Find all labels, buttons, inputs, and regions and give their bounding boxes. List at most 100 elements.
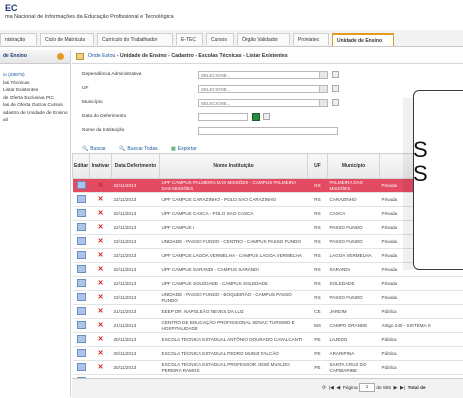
cell-date: 22/11/2013: [112, 263, 160, 277]
sidebar-item-email[interactable]: ail: [0, 117, 70, 125]
inativar-cell: ✕: [90, 263, 112, 277]
col-inativar[interactable]: Inativar: [90, 154, 112, 179]
delete-icon[interactable]: ✕: [98, 224, 104, 231]
cell-name: UPF CAMPUS LAGOA VERMELHA - CAMPUS LAGOA…: [160, 249, 308, 263]
delete-icon[interactable]: ✕: [98, 266, 104, 273]
exportar-button[interactable]: ▦Exportar: [171, 146, 203, 152]
tab-proniatec[interactable]: Proniatec: [293, 33, 329, 45]
select-municipio[interactable]: SELECIONE...: [198, 99, 328, 107]
delete-icon[interactable]: ✕: [98, 308, 104, 315]
tab-cursos[interactable]: Cursos: [206, 33, 234, 45]
search-icon: 🔍: [82, 146, 88, 152]
sidebar-item-escolas-tecnicas[interactable]: las Técnicas: [0, 80, 70, 88]
input-nome-instituicao[interactable]: [198, 127, 338, 135]
clear-icon[interactable]: [332, 99, 339, 106]
tab-curriculo-trabalhador[interactable]: Currículo do Trabalhador: [97, 33, 173, 45]
table-row[interactable]: ✕22/11/2013UNIDADE - PASSO FUNDO - BOQUE…: [73, 291, 463, 305]
col-editar[interactable]: Editar: [73, 154, 90, 179]
select-uf[interactable]: SELECIONE...: [198, 85, 328, 93]
col-uf[interactable]: UF: [308, 154, 328, 179]
input-data-deferimento[interactable]: [198, 113, 248, 121]
col-nome-instituicao[interactable]: Nome Instituição: [160, 154, 308, 179]
edit-icon[interactable]: [77, 237, 86, 245]
tab-unidade-ensino[interactable]: Unidade de Ensino: [332, 33, 394, 46]
sidebar-header: de Ensino: [0, 50, 70, 64]
tab-orgao-validador[interactable]: Órgão Validador: [237, 33, 290, 45]
edit-icon[interactable]: [77, 321, 86, 329]
delete-icon[interactable]: ✕: [98, 364, 104, 371]
sidebar-item-cadastro-unidade[interactable]: adastro de Unidade de Ensino: [0, 110, 70, 118]
delete-icon[interactable]: ✕: [98, 322, 104, 329]
callout-line-2: S: [413, 162, 428, 186]
delete-icon[interactable]: ✕: [98, 252, 104, 259]
delete-icon[interactable]: ✕: [98, 238, 104, 245]
edit-icon[interactable]: [77, 349, 86, 357]
cell-date: 22/11/2013: [112, 235, 160, 249]
col-data-deferimento[interactable]: Data Deferimento: [112, 154, 160, 179]
sidebar-item-oferta-exclusiva[interactable]: de Oferta Exclusiva PIC: [0, 95, 70, 103]
delete-icon[interactable]: ✕: [98, 350, 104, 357]
select-dependencia[interactable]: SELECIONE...: [198, 71, 328, 79]
page-label: Página: [343, 386, 358, 391]
edit-icon[interactable]: [77, 279, 86, 287]
sidebar-item-inicio[interactable]: io (28879): [0, 72, 70, 80]
refresh-icon[interactable]: ⟳: [322, 386, 326, 391]
tab-administracao[interactable]: nistração: [0, 33, 37, 45]
sidebar-item-listar-existentes[interactable]: Listar Existentes: [0, 87, 70, 95]
next-page-icon[interactable]: ▶: [394, 386, 398, 391]
edit-icon[interactable]: [77, 307, 86, 315]
table-row[interactable]: ✕21/11/2013CENTRO DE EDUCAÇÃO PROFISSION…: [73, 319, 463, 333]
clear-icon[interactable]: [332, 85, 339, 92]
calendar-icon[interactable]: [252, 113, 260, 121]
delete-icon[interactable]: ✕: [98, 280, 104, 287]
edit-icon[interactable]: [77, 223, 86, 231]
edit-icon[interactable]: [77, 209, 86, 217]
edit-cell: [73, 333, 90, 347]
col-municipio[interactable]: Município: [328, 154, 380, 179]
cell-dependencia: Artigo 240 - SISTEMA S: [380, 319, 463, 333]
table-row[interactable]: ✕22/11/2013UPF CAMPUS SOLEDADE - CAMPUS …: [73, 277, 463, 291]
edit-icon[interactable]: [77, 363, 86, 371]
edit-icon[interactable]: [77, 335, 86, 343]
page-input[interactable]: 1: [359, 383, 375, 392]
delete-icon[interactable]: ✕: [98, 182, 104, 189]
table-row[interactable]: ✕20/11/2013ESCOLA TÉCNICA ESTADUAL PEDRO…: [73, 347, 463, 361]
select-dependencia-value: SELECIONE...: [201, 73, 231, 78]
table-row[interactable]: ✕21/11/2013EEEP DR. NAPOLEÃO NEVES DA LU…: [73, 305, 463, 319]
delete-icon[interactable]: ✕: [98, 336, 104, 343]
edit-cell: [73, 277, 90, 291]
cell-municipio: PALMEIRA DAS MISSÕES: [328, 179, 380, 193]
cell-name: UNIDADE - PASSO FUNDO - CENTRO - CAMPUS …: [160, 235, 308, 249]
clear-icon[interactable]: [263, 113, 270, 120]
edit-icon[interactable]: [77, 181, 86, 189]
main-tabs: nistração Ciclo de Matrícula Currículo d…: [0, 30, 463, 47]
table-row[interactable]: ✕20/11/2013ESCOLA TÉCNICA ESTADUAL PROFE…: [73, 361, 463, 375]
first-page-icon[interactable]: |◀: [329, 386, 334, 391]
inativar-cell: ✕: [90, 305, 112, 319]
prev-page-icon[interactable]: ◀: [336, 386, 340, 391]
table-row[interactable]: ✕20/11/2013ESCOLA TÉCNICA ESTADUAL ANTÔN…: [73, 333, 463, 347]
breadcrumb-link[interactable]: Onde Estou: [88, 53, 115, 59]
sidebar-item-oferta-outros[interactable]: las de Oferta Outros Cursos: [0, 102, 70, 110]
edit-icon[interactable]: [77, 251, 86, 259]
breadcrumb-path: - Unidade de Ensino - Cadastro - Escolas…: [115, 53, 287, 59]
tab-ciclo-matricula[interactable]: Ciclo de Matrícula: [40, 33, 94, 45]
delete-icon[interactable]: ✕: [98, 294, 104, 301]
buscar-label: Buscar: [90, 146, 106, 152]
tab-e-tec[interactable]: E-TEC: [176, 33, 203, 45]
buscar-todas-button[interactable]: 🔍Buscar Todas: [119, 146, 163, 152]
inativar-cell: ✕: [90, 333, 112, 347]
edit-icon[interactable]: [77, 195, 86, 203]
cell-name: EEEP DR. NAPOLEÃO NEVES DA LUZ: [160, 305, 308, 319]
callout-shadow: [403, 98, 413, 270]
edit-icon[interactable]: [77, 293, 86, 301]
cell-dependencia: Pública: [380, 347, 463, 361]
last-page-icon[interactable]: ▶|: [400, 386, 405, 391]
delete-icon[interactable]: ✕: [98, 196, 104, 203]
delete-icon[interactable]: ✕: [98, 210, 104, 217]
callout-line-1: S: [413, 138, 428, 162]
buscar-button[interactable]: 🔍Buscar: [82, 146, 112, 152]
clear-icon[interactable]: [332, 71, 339, 78]
collapse-icon[interactable]: [57, 53, 64, 60]
edit-icon[interactable]: [77, 265, 86, 273]
